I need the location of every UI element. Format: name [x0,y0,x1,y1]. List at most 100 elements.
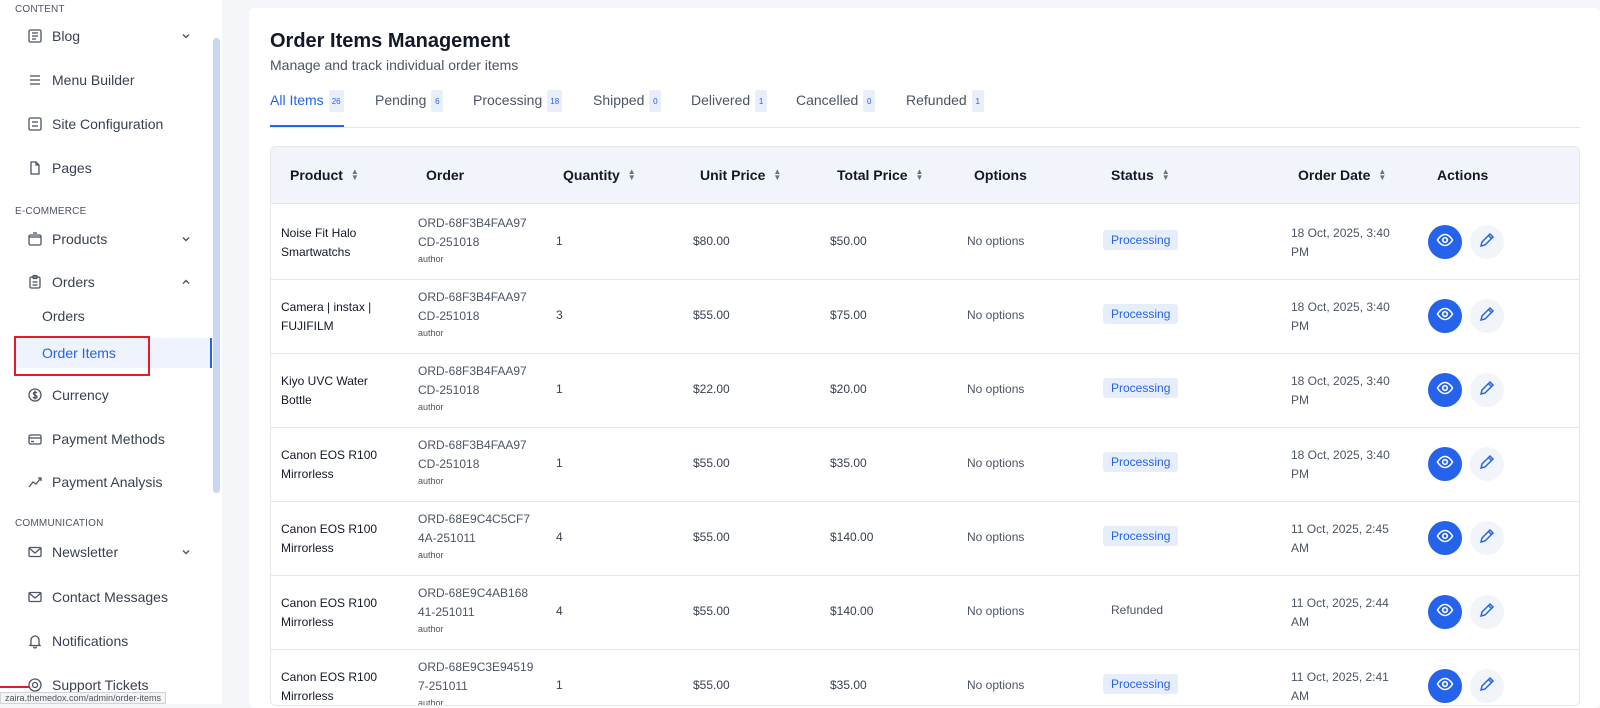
unit-price-value: $55.00 [693,530,730,544]
order-number[interactable]: ORD-68F3B4FAA97 CD-251018 author [418,214,538,266]
sidebar-item-label: Site Configuration [52,116,164,132]
tab-delivered[interactable]: Delivered 1 [691,90,768,126]
order-author: author [418,476,444,486]
product-name: Canon EOS R100 Mirrorless [281,448,378,481]
sidebar-item-products[interactable]: Products [26,225,206,253]
sidebar-item-payment-methods[interactable]: Payment Methods [26,425,206,453]
tab-cancelled[interactable]: Cancelled 0 [796,90,876,126]
product-name: Noise Fit Halo Smartwatchs [281,226,357,259]
edit-button[interactable] [1470,447,1504,481]
order-number[interactable]: ORD-68F3B4FAA97 CD-251018 author [418,362,538,414]
tab-count-badge: 1 [755,90,768,112]
product-name: Camera | instax | FUJIFILM [281,300,372,333]
unit-price-value: $55.00 [693,308,730,322]
tab-processing[interactable]: Processing 18 [473,90,563,126]
menu-icon [26,71,44,89]
product-name: Canon EOS R100 Mirrorless [281,522,378,555]
edit-button[interactable] [1470,225,1504,259]
status-cell: Processing [1103,378,1179,398]
sidebar-item-site-configuration[interactable]: Site Configuration [26,110,206,138]
status-cell: Processing [1103,526,1179,546]
sidebar-item-label: Currency [52,387,109,403]
red-indicator [0,686,30,688]
order-date-value: 11 Oct, 2025, 2:41 AM [1291,670,1389,703]
unit-price-value: $22.00 [693,382,730,396]
edit-button[interactable] [1470,521,1504,555]
order-number[interactable]: ORD-68E9C3E94519 7-251011 author [418,658,538,705]
view-button[interactable] [1428,447,1462,481]
sidebar-item-blog[interactable]: Blog [26,22,206,50]
quantity-value: 3 [556,308,563,322]
col-options: Options [974,167,1027,183]
chevron-up-icon [178,274,194,290]
tab-label: Delivered [691,92,751,108]
view-button[interactable] [1428,669,1462,703]
col-product[interactable]: Product ▲ ▼ [290,167,359,183]
sort-icon: ▲ ▼ [1378,167,1387,182]
view-button[interactable] [1428,373,1462,407]
options-value: No options [967,234,1025,248]
view-button[interactable] [1428,225,1462,259]
order-number[interactable]: ORD-68F3B4FAA97 CD-251018 author [418,288,538,340]
view-button[interactable] [1428,521,1462,555]
col-total-price[interactable]: Total Price ▲ ▼ [837,167,923,183]
tab-pending[interactable]: Pending 6 [375,90,444,126]
tab-shipped[interactable]: Shipped 0 [593,90,662,126]
eye-icon [1436,527,1454,550]
sidebar-item-label: Orders [52,274,95,290]
sidebar-item-newsletter[interactable]: Newsletter [26,538,206,566]
edit-button[interactable] [1470,669,1504,703]
order-number[interactable]: ORD-68F3B4FAA97 CD-251018 author [418,436,538,488]
order-number[interactable]: ORD-68E9C4AB168 41-251011 author [418,584,538,636]
view-button[interactable] [1428,595,1462,629]
sidebar-scrollbar[interactable] [213,38,220,493]
quantity-value: 1 [556,234,563,248]
tab-count-badge: 18 [547,90,563,112]
sidebar-item-currency[interactable]: Currency [26,381,206,409]
chevron-down-icon [178,544,194,560]
col-order-date[interactable]: Order Date ▲ ▼ [1298,167,1386,183]
tab-all-items[interactable]: All Items 26 [270,90,344,127]
sidebar-item-notifications[interactable]: Notifications [26,627,206,655]
view-button[interactable] [1428,299,1462,333]
sidebar-item-menu-builder[interactable]: Menu Builder [26,66,206,94]
credit-card-icon [26,430,44,448]
status-cell: Processing [1103,304,1179,324]
pencil-icon [1478,675,1496,698]
sort-icon: ▲ ▼ [627,167,636,182]
col-unit-price[interactable]: Unit Price ▲ ▼ [700,167,781,183]
sidebar-item-orders[interactable]: Orders [26,268,206,296]
col-status[interactable]: Status ▲ ▼ [1111,167,1170,183]
edit-button[interactable] [1470,595,1504,629]
sort-icon: ▲ ▼ [350,167,359,182]
sidebar-item-contact-messages[interactable]: Contact Messages [26,583,206,611]
table-row: Canon EOS R100 Mirrorless ORD-68E9C4AB168… [271,574,1579,650]
status-cell: Processing [1103,674,1179,694]
edit-button[interactable] [1470,299,1504,333]
sidebar: CONTENT Blog Menu Builder Site Configura… [0,0,222,704]
total-price-value: $50.00 [830,234,867,248]
eye-icon [1436,379,1454,402]
sidebar-item-label: Pages [52,160,92,176]
sidebar-item-payment-analysis[interactable]: Payment Analysis [26,468,206,496]
col-label: Options [974,167,1027,183]
table-row: Canon EOS R100 Mirrorless ORD-68E9C4C5CF7… [271,500,1579,576]
sidebar-item-label: Products [52,231,108,247]
sidebar-item-label: Newsletter [52,544,119,560]
product-name: Kiyo UVC Water Bottle [281,374,368,407]
tab-count-badge: 6 [431,90,444,112]
sidebar-item-pages[interactable]: Pages [26,154,206,182]
order-number[interactable]: ORD-68E9C4C5CF7 4A-251011 author [418,510,538,562]
eye-icon [1436,675,1454,698]
total-price-value: $35.00 [830,678,867,692]
col-quantity[interactable]: Quantity ▲ ▼ [563,167,636,183]
options-value: No options [967,530,1025,544]
tab-refunded[interactable]: Refunded 1 [906,90,984,126]
tab-label: Cancelled [796,92,859,108]
total-price-value: $75.00 [830,308,867,322]
options-value: No options [967,382,1025,396]
sidebar-subitem-orders[interactable]: Orders [42,308,85,324]
order-date-value: 11 Oct, 2025, 2:44 AM [1291,596,1389,629]
edit-button[interactable] [1470,373,1504,407]
tab-label: Processing [473,92,543,108]
